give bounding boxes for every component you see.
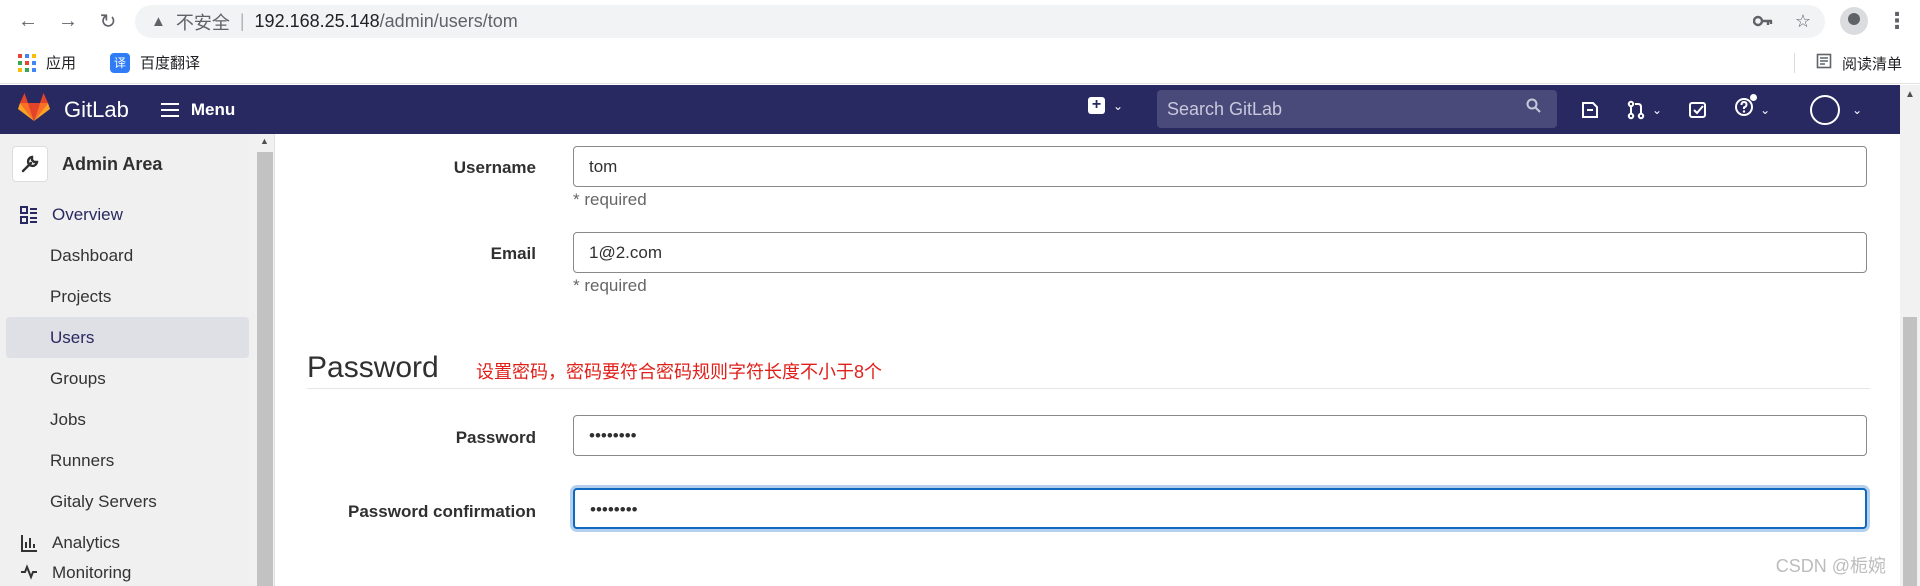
gitlab-navbar: GitLab Menu + ⌄ Search GitLab ⌄ ⌄ ⌄ <box>0 85 1900 134</box>
bookmark-baidu-fanyi[interactable]: 译 百度翻译 <box>94 52 200 73</box>
gitlab-brand: GitLab <box>64 96 129 122</box>
bookmarks-divider <box>1794 53 1795 73</box>
sidebar-scroll-up-icon[interactable]: ▲ <box>260 136 269 146</box>
user-edit-form: Username tom * required Email 1@2.com * … <box>276 134 1900 586</box>
new-dropdown[interactable]: + ⌄ <box>1088 97 1123 114</box>
chevron-down-icon: ⌄ <box>1760 102 1771 117</box>
chevron-down-icon: ⌄ <box>1113 98 1124 113</box>
sidebar-item-runners[interactable]: Runners <box>0 440 255 481</box>
sidebar-item-gitaly-servers[interactable]: Gitaly Servers <box>0 481 255 522</box>
sidebar-analytics-label: Analytics <box>52 532 121 552</box>
email-label: Email <box>490 244 536 263</box>
chevron-down-icon: ⌄ <box>1652 102 1663 117</box>
help-dropdown[interactable]: ⌄ <box>1734 93 1771 123</box>
translate-icon: 译 <box>110 52 131 73</box>
help-icon <box>1734 93 1758 123</box>
search-placeholder: Search GitLab <box>1167 98 1283 119</box>
search-input[interactable]: Search GitLab <box>1157 90 1557 128</box>
issues-icon[interactable] <box>1580 100 1600 120</box>
admin-sidebar: Admin Area Overview Dashboard Projects U… <box>0 134 255 586</box>
merge-requests-dropdown[interactable]: ⌄ <box>1626 100 1662 120</box>
reading-list-icon <box>1816 53 1832 73</box>
merge-request-icon <box>1627 100 1645 119</box>
sidebar-item-overview[interactable]: Overview <box>0 194 255 235</box>
sidebar-item-groups[interactable]: Groups <box>0 358 255 399</box>
bookmark-apps[interactable]: 应用 <box>18 52 76 73</box>
password-annotation: 设置密码，密码要符合密码规则字符长度不小于8个 <box>476 362 883 382</box>
browser-menu-icon[interactable]: ⋮ <box>1886 8 1908 34</box>
password-confirmation-label: Password confirmation <box>348 502 536 521</box>
sidebar-scrollbar-thumb[interactable] <box>257 152 273 586</box>
sidebar-monitoring-label: Monitoring <box>52 563 132 582</box>
overview-icon <box>20 205 42 224</box>
username-label: Username <box>453 158 536 177</box>
sidebar-item-jobs[interactable]: Jobs <box>0 399 255 440</box>
bookmark-apps-label: 应用 <box>46 55 77 72</box>
warning-icon: ▲ <box>151 13 166 30</box>
url-path: /admin/users/tom <box>379 11 518 31</box>
reading-list-label: 阅读清单 <box>1841 55 1902 73</box>
sidebar-item-dashboard[interactable]: Dashboard <box>0 235 255 276</box>
gitlab-home-link[interactable]: GitLab <box>18 92 129 127</box>
reading-list[interactable]: 阅读清单 <box>1816 42 1902 84</box>
bookmark-star-icon[interactable]: ☆ <box>1795 11 1811 32</box>
insecure-label: 不安全 <box>175 12 230 33</box>
back-arrow-icon[interactable]: ← <box>8 3 48 39</box>
user-avatar <box>1810 94 1841 125</box>
address-bar[interactable]: ▲ 不安全 | 192.168.25.148/admin/users/tom ☆ <box>135 5 1825 38</box>
email-input[interactable]: 1@2.com <box>573 232 1867 273</box>
analytics-icon <box>20 534 42 552</box>
password-section-title: Password <box>307 351 439 384</box>
password-label: Password <box>455 428 536 447</box>
menu-button[interactable]: Menu <box>160 99 236 120</box>
browser-toolbar: ← → ↻ ▲ 不安全 | 192.168.25.148/admin/users… <box>0 0 1920 42</box>
todo-icon[interactable] <box>1688 100 1708 120</box>
menu-label: Menu <box>190 99 236 119</box>
plus-square-icon: + <box>1088 97 1105 114</box>
sidebar-item-analytics[interactable]: Analytics <box>0 522 255 563</box>
wrench-icon <box>12 146 48 182</box>
profile-avatar-icon[interactable] <box>1840 7 1868 35</box>
sidebar-scrollbar[interactable]: ▲ <box>255 134 275 586</box>
sidebar-section-overview-label: Overview <box>52 204 123 224</box>
csdn-watermark: CSDN @栀婉 <box>1775 556 1886 576</box>
bookmarks-bar: 应用 译 百度翻译 阅读清单 <box>0 42 1920 84</box>
user-menu-dropdown[interactable]: ⌄ <box>1810 94 1863 125</box>
url-separator: | <box>239 11 245 31</box>
sidebar-item-projects[interactable]: Projects <box>0 276 255 317</box>
forward-arrow-icon[interactable]: → <box>48 3 88 39</box>
email-required-hint: * required <box>573 276 647 295</box>
apps-grid-icon <box>18 53 36 72</box>
username-required-hint: * required <box>573 190 647 209</box>
monitoring-icon <box>20 563 42 581</box>
gitlab-tanuki-icon <box>18 92 50 127</box>
scroll-up-arrow-icon[interactable]: ▲ <box>1905 89 1915 100</box>
sidebar-item-users[interactable]: Users <box>6 317 249 358</box>
sidebar-item-monitoring[interactable]: Monitoring <box>0 563 255 583</box>
bookmark-fanyi-label: 百度翻译 <box>140 55 201 72</box>
sidebar-context-header[interactable]: Admin Area <box>0 134 255 194</box>
sidebar-context-title: Admin Area <box>62 153 163 174</box>
password-input[interactable]: •••••••• <box>573 415 1867 456</box>
page-scrollbar-thumb[interactable] <box>1903 317 1917 586</box>
section-divider <box>307 388 1870 389</box>
key-icon[interactable] <box>1752 11 1773 32</box>
reload-icon[interactable]: ↻ <box>88 3 128 39</box>
password-confirmation-input[interactable]: •••••••• <box>573 488 1867 529</box>
username-input[interactable]: tom <box>573 146 1867 187</box>
url-host: 192.168.25.148 <box>254 11 380 31</box>
page-scrollbar[interactable]: ▲ <box>1900 85 1920 586</box>
search-icon <box>1526 98 1541 118</box>
chevron-down-icon: ⌄ <box>1852 102 1863 117</box>
hamburger-icon <box>160 102 179 117</box>
